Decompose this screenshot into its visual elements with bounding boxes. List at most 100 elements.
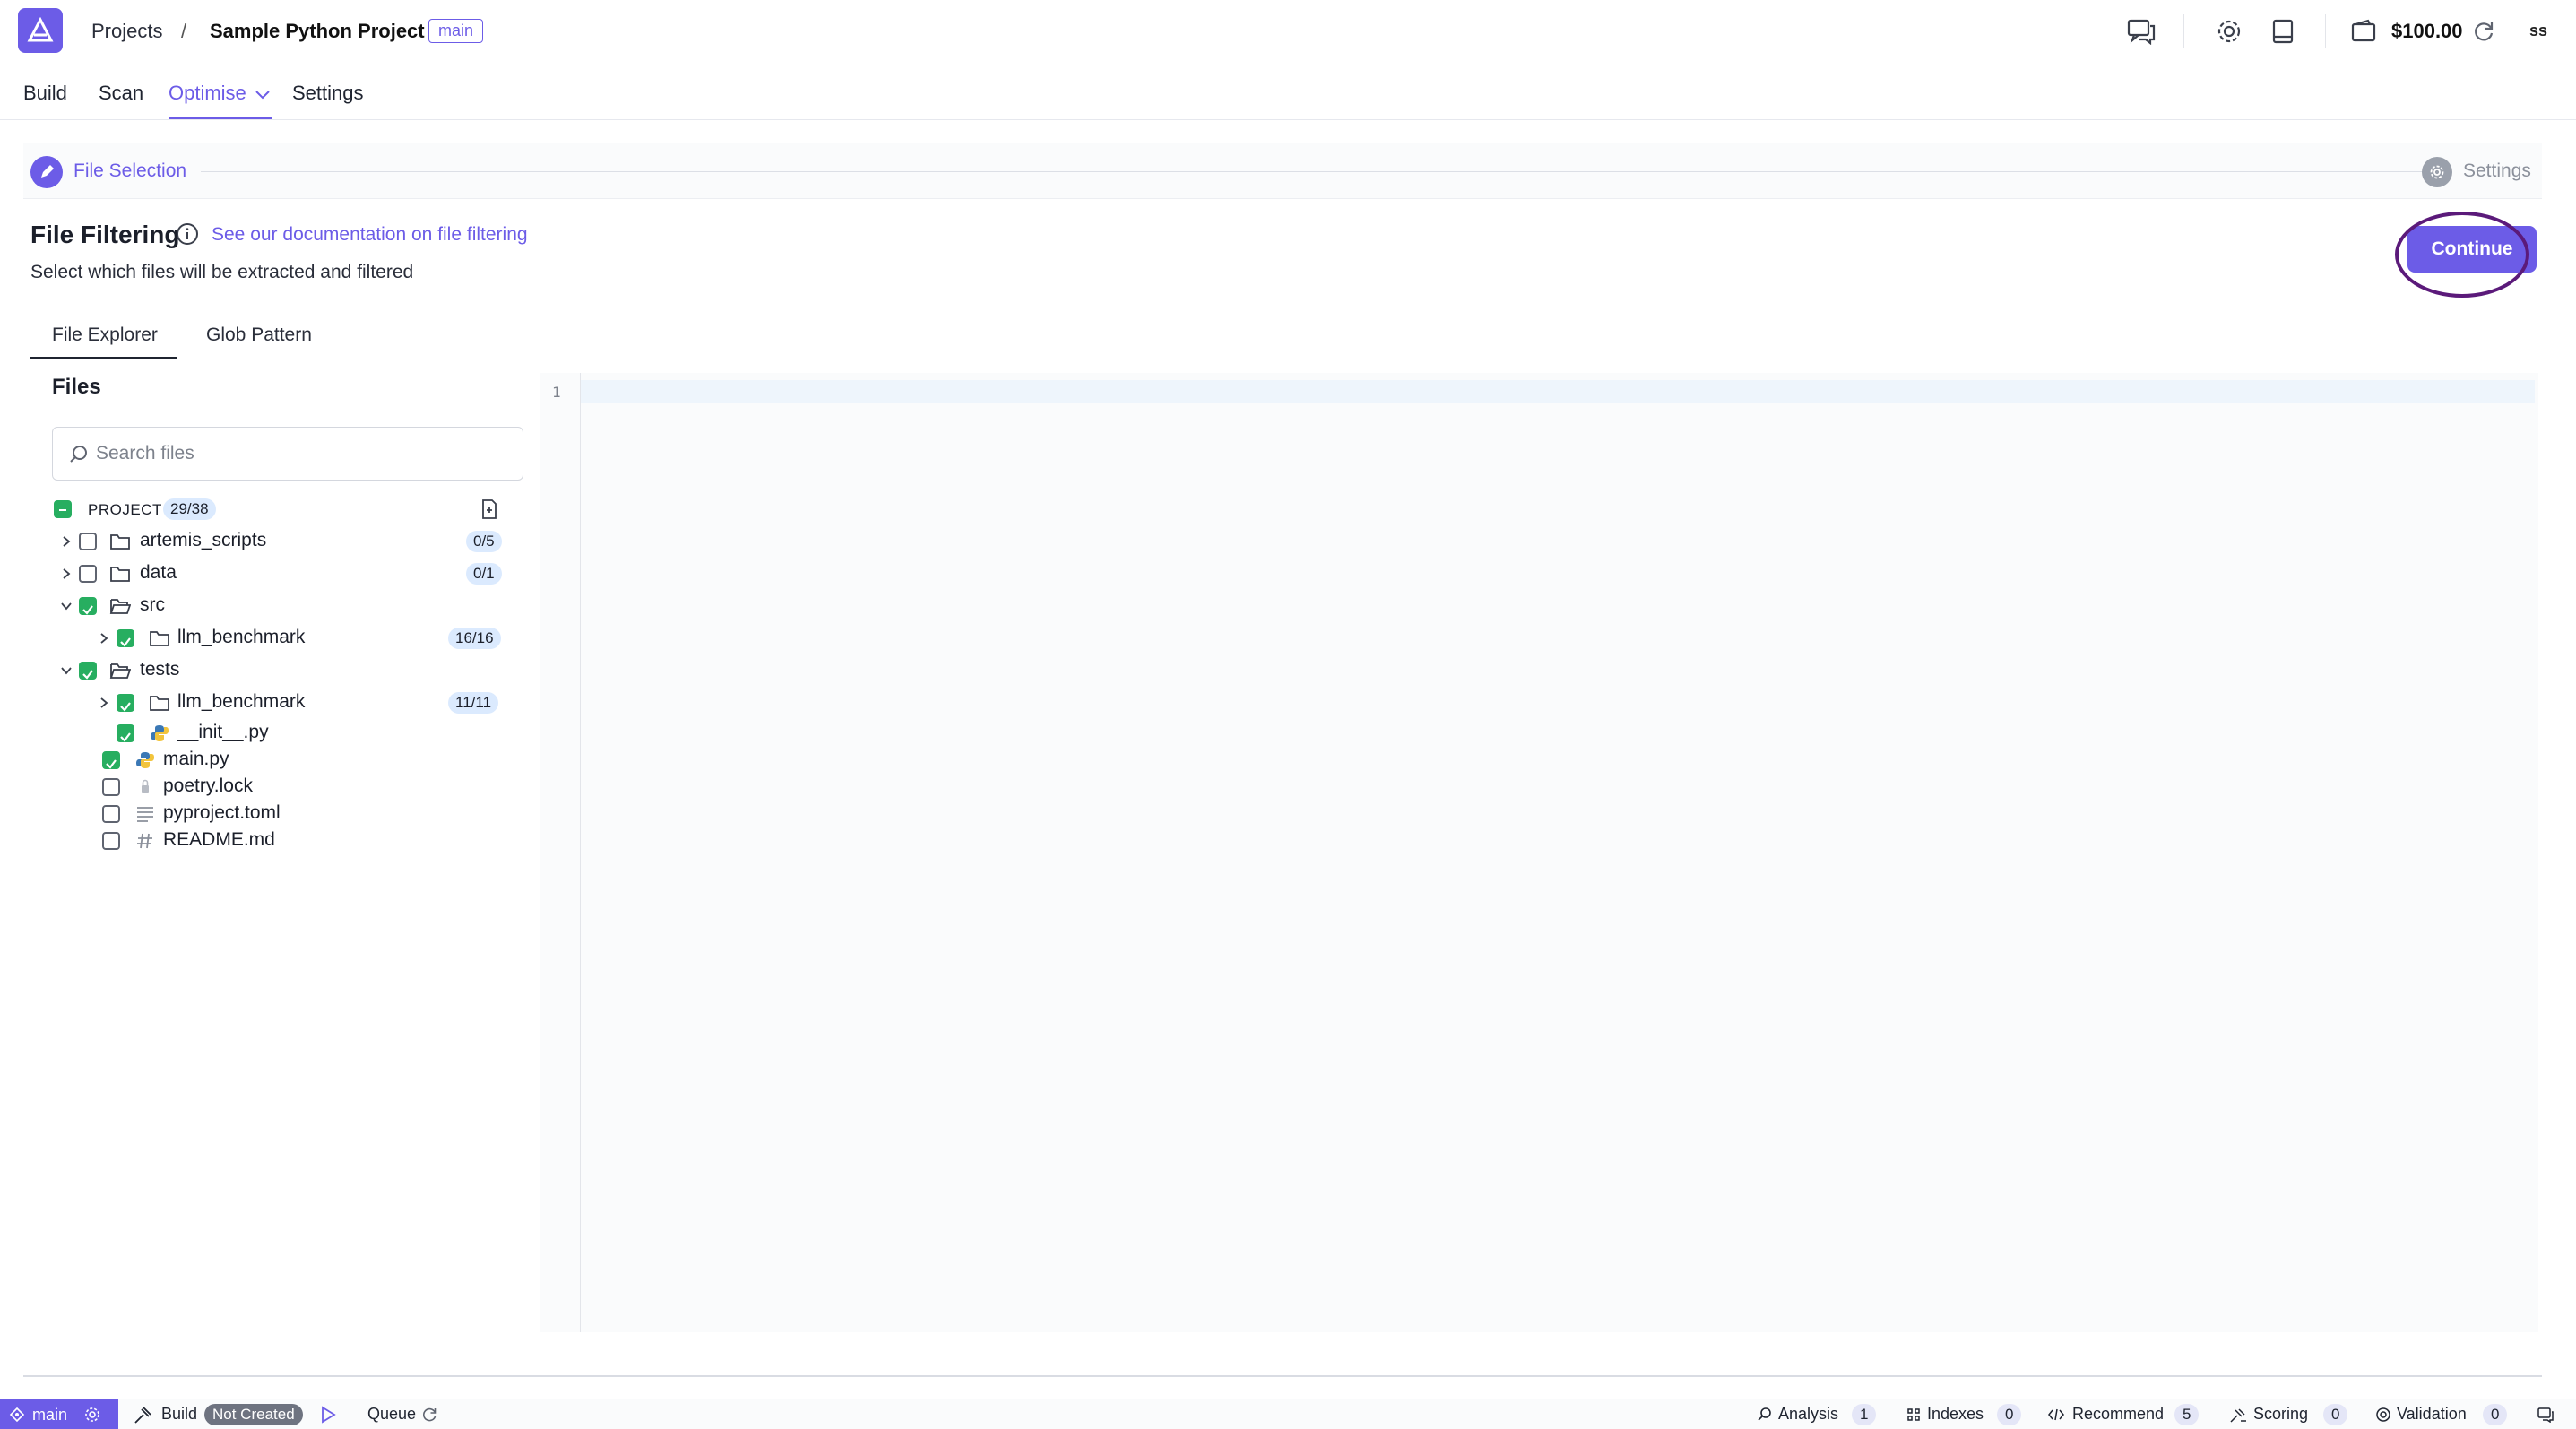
folder-open-icon — [109, 663, 131, 679]
scoring-label[interactable]: Scoring — [2253, 1405, 2308, 1424]
tree-item-name[interactable]: data — [140, 562, 177, 584]
analysis-label[interactable]: Analysis — [1778, 1405, 1838, 1424]
count-badge: 0/1 — [466, 563, 502, 585]
breadcrumb-project-name[interactable]: Sample Python Project — [210, 20, 425, 43]
documentation-link[interactable]: See our documentation on file filtering — [212, 224, 528, 246]
continue-button[interactable]: Continue — [2407, 226, 2537, 273]
search-input[interactable] — [96, 437, 508, 471]
project-checkbox[interactable] — [54, 500, 72, 518]
folder-icon — [110, 534, 130, 550]
gear-icon[interactable] — [83, 1406, 101, 1424]
chevron-right-icon[interactable] — [59, 534, 73, 549]
settings-gear-icon[interactable] — [2214, 16, 2244, 47]
chevron-right-icon[interactable] — [97, 631, 111, 645]
pencil-icon — [30, 156, 63, 188]
editor-gutter: 1 — [540, 373, 581, 1332]
branch-badge[interactable]: main — [428, 19, 484, 43]
init-py-checkbox[interactable] — [117, 724, 134, 742]
user-avatar[interactable]: ss — [2529, 22, 2547, 40]
tree-item-name[interactable]: llm_benchmark — [177, 627, 305, 648]
chevron-right-icon[interactable] — [59, 567, 73, 581]
tree-item-name[interactable]: src — [140, 594, 165, 616]
indexes-count: 0 — [1997, 1404, 2022, 1425]
count-badge: 11/11 — [448, 692, 499, 714]
main-py-checkbox[interactable] — [102, 751, 120, 769]
logo-icon — [27, 17, 54, 42]
recommend-label[interactable]: Recommend — [2072, 1405, 2164, 1424]
tree-item-name[interactable]: artemis_scripts — [140, 530, 266, 551]
tab-optimise[interactable]: Optimise — [169, 82, 246, 105]
breadcrumb-projects[interactable]: Projects — [91, 20, 162, 43]
file-add-icon[interactable] — [480, 498, 498, 520]
chat-icon[interactable] — [2126, 16, 2157, 47]
code-icon — [2048, 1408, 2064, 1421]
count-badge: 16/16 — [448, 628, 501, 649]
files-heading: Files — [52, 375, 101, 399]
recommend-count: 5 — [2174, 1404, 2200, 1425]
folder-open-icon — [109, 599, 131, 614]
readme-md-checkbox[interactable] — [102, 832, 120, 850]
search-box — [52, 427, 523, 481]
tree-item-name[interactable]: main.py — [163, 749, 229, 770]
tree-item-name[interactable]: poetry.lock — [163, 775, 253, 797]
pyproject-toml-checkbox[interactable] — [102, 805, 120, 823]
chevron-down-icon[interactable] — [255, 90, 271, 100]
build-label[interactable]: Build — [161, 1405, 197, 1424]
project-label: PROJECT — [88, 501, 162, 518]
app-logo[interactable] — [18, 8, 63, 53]
hash-icon — [137, 833, 152, 849]
indexes-label[interactable]: Indexes — [1927, 1405, 1984, 1424]
chat-icon[interactable] — [2537, 1407, 2554, 1423]
python-icon — [151, 725, 169, 741]
header-divider — [2183, 14, 2184, 48]
folder-icon — [150, 696, 169, 711]
branch-indicator[interactable]: main — [0, 1399, 118, 1429]
chevron-down-icon[interactable] — [59, 599, 73, 613]
tree-item-name[interactable]: tests — [140, 659, 179, 680]
target-icon — [2376, 1407, 2390, 1422]
wallet-icon[interactable] — [2348, 16, 2379, 47]
branch-name: main — [32, 1405, 68, 1424]
tests-llm-benchmark-checkbox[interactable] — [117, 694, 134, 712]
file-selection-tabs: File Explorer Glob Pattern — [30, 314, 532, 360]
tree-item-name[interactable]: README.md — [163, 829, 275, 851]
chevron-right-icon[interactable] — [97, 696, 111, 710]
step-file-selection[interactable]: File Selection — [73, 160, 186, 182]
gear-icon — [2422, 157, 2452, 187]
main-nav: Build Scan Optimise Settings — [0, 74, 2576, 120]
src-checkbox[interactable] — [79, 597, 97, 615]
poetry-lock-checkbox[interactable] — [102, 778, 120, 796]
tab-build[interactable]: Build — [23, 82, 67, 105]
search-icon — [70, 446, 87, 463]
folder-icon — [150, 631, 169, 646]
src-llm-benchmark-checkbox[interactable] — [117, 629, 134, 647]
tree-item-name[interactable]: __init__.py — [177, 722, 269, 743]
tree-item-name[interactable]: pyproject.toml — [163, 802, 281, 824]
artemis-scripts-checkbox[interactable] — [79, 533, 97, 550]
step-settings[interactable]: Settings — [2463, 160, 2531, 182]
chevron-down-icon[interactable] — [59, 663, 73, 678]
header-divider — [2325, 14, 2326, 48]
info-icon[interactable] — [176, 222, 199, 246]
tab-glob-pattern[interactable]: Glob Pattern — [206, 325, 312, 346]
tree-item-name[interactable]: llm_benchmark — [177, 691, 305, 713]
refresh-icon[interactable] — [421, 1407, 437, 1423]
refresh-icon[interactable] — [2468, 16, 2499, 47]
page-title: File Filtering — [30, 221, 180, 248]
line-number: 1 — [552, 384, 561, 401]
tab-settings[interactable]: Settings — [292, 82, 364, 105]
index-icon — [1907, 1408, 1920, 1421]
lock-icon — [142, 779, 149, 793]
tab-scan[interactable]: Scan — [99, 82, 143, 105]
tests-checkbox[interactable] — [79, 662, 97, 680]
validation-label[interactable]: Validation — [2397, 1405, 2467, 1424]
code-editor[interactable]: 1 — [540, 373, 2538, 1332]
book-icon[interactable] — [2268, 16, 2298, 47]
tab-file-explorer[interactable]: File Explorer — [52, 325, 158, 346]
data-checkbox[interactable] — [79, 565, 97, 583]
optimise-panel: File Selection Settings File Filtering S… — [23, 143, 2542, 1377]
python-icon — [136, 752, 154, 768]
queue-label[interactable]: Queue — [367, 1405, 416, 1424]
play-icon[interactable] — [319, 1406, 337, 1424]
top-bar: Projects / Sample Python Project main $1… — [0, 0, 2576, 63]
